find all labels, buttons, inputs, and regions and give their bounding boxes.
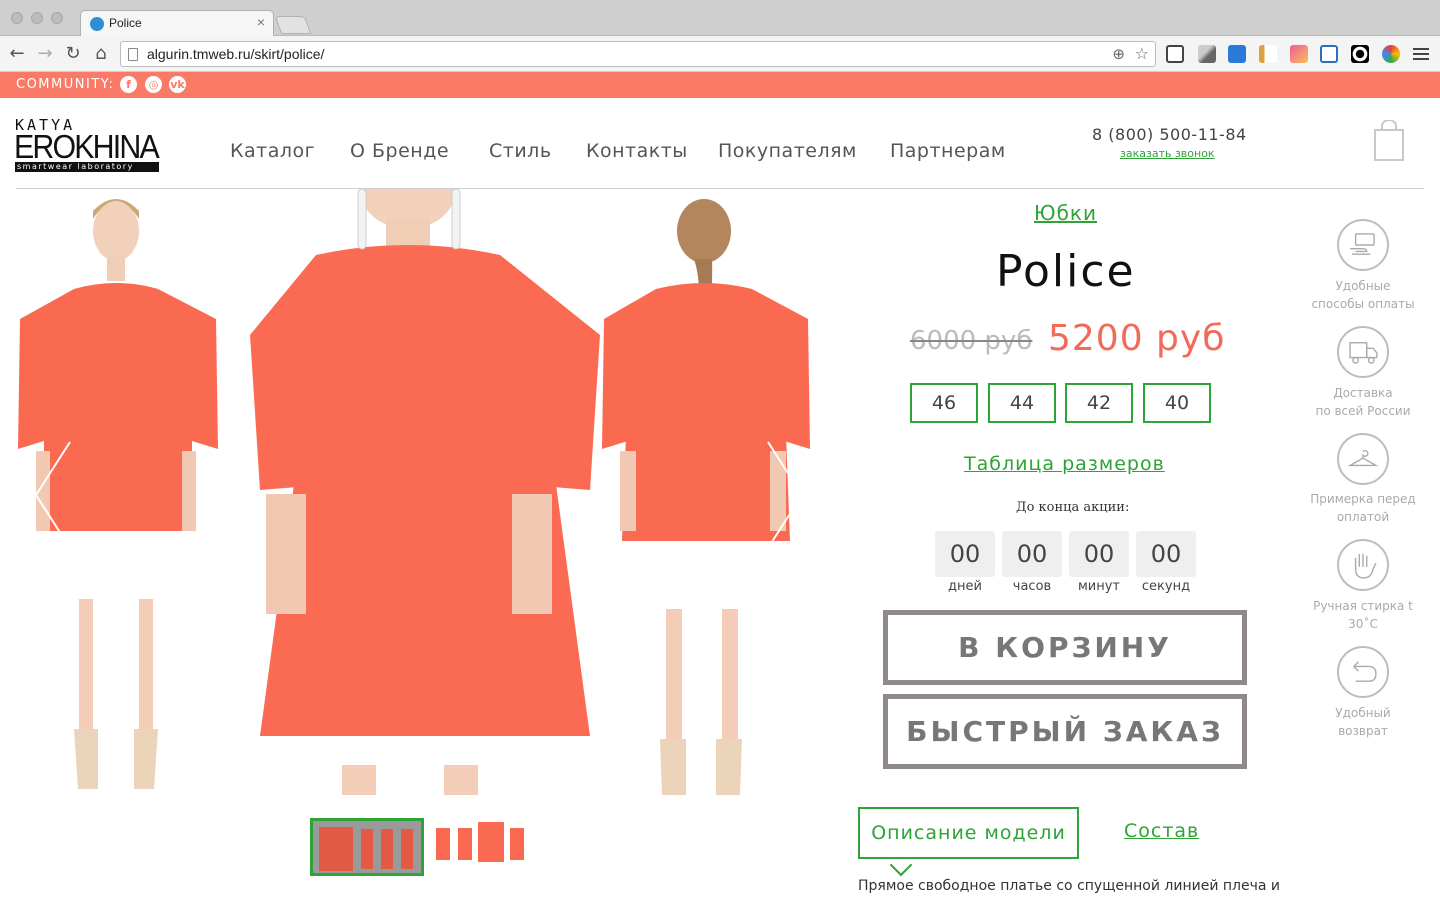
nav-style[interactable]: Стиль [489, 140, 552, 162]
extension-eye-icon[interactable] [1351, 45, 1369, 63]
nav-catalog[interactable]: Каталог [230, 140, 315, 162]
close-window-button[interactable] [11, 12, 23, 24]
gallery-thumbnail[interactable] [430, 818, 530, 876]
return-arrow-icon [1337, 646, 1389, 698]
gallery-prev-arrow-icon[interactable] [32, 440, 72, 550]
add-to-cart-button[interactable]: В КОРЗИНУ [883, 610, 1247, 685]
tab-title: Police [109, 16, 142, 30]
nav-buyers[interactable]: Покупателям [718, 140, 857, 162]
delivery-truck-icon [1337, 326, 1389, 378]
feature-label: Удобные способы оплаты [1311, 279, 1415, 311]
cart-bag-icon[interactable] [1373, 120, 1405, 162]
reload-icon[interactable]: ↻ [62, 43, 84, 65]
product-gallery-image [16, 189, 816, 795]
logo-main-text: EROKHINA [14, 128, 160, 165]
size-option-42[interactable]: 42 [1065, 383, 1133, 423]
phone-number[interactable]: 8 (800) 500-11-84 [1092, 125, 1247, 144]
size-chart-link[interactable]: Таблица размеров [964, 453, 1165, 475]
facebook-icon[interactable]: f [120, 76, 137, 93]
timer-days-label: дней [948, 579, 982, 594]
callback-link[interactable]: заказать звонок [1120, 147, 1215, 160]
breadcrumb-category-link[interactable]: Юбки [1034, 201, 1097, 225]
new-tab-button[interactable] [274, 16, 312, 34]
forward-arrow-icon[interactable]: → [34, 43, 56, 65]
logo-sub-text: smartwear laboratory [15, 162, 159, 172]
timer-hours-label: часов [1012, 579, 1052, 594]
extension-chrome-icon[interactable] [1382, 45, 1400, 63]
timer-seconds-label: секунд [1141, 579, 1191, 594]
zoom-icon[interactable]: ⊕ [1112, 45, 1125, 63]
browser-menu-icon[interactable] [1413, 45, 1429, 63]
tab-close-icon[interactable]: × [257, 14, 265, 30]
back-arrow-icon[interactable]: ← [6, 43, 28, 65]
address-bar[interactable]: algurin.tmweb.ru/skirt/police/ ⊕ ☆ [120, 41, 1156, 67]
url-text[interactable]: algurin.tmweb.ru/skirt/police/ [147, 46, 324, 62]
browser-tab[interactable]: Police × [80, 10, 274, 36]
extension-css-icon[interactable] [1228, 45, 1246, 63]
product-title: Police [996, 246, 1136, 297]
hand-wash-icon [1337, 539, 1389, 591]
quick-order-button[interactable]: БЫСТРЫЙ ЗАКАЗ [883, 694, 1247, 769]
card-payment-icon [1337, 219, 1389, 271]
feature-label: Примерка перед оплатой [1310, 492, 1416, 524]
browser-titlebar: Police × [0, 0, 1440, 36]
promo-countdown-label: До конца акции: [1016, 500, 1130, 515]
size-option-40[interactable]: 40 [1143, 383, 1211, 423]
timer-seconds: 00 [1136, 531, 1196, 577]
bookmark-star-icon[interactable]: ☆ [1135, 44, 1149, 63]
site-favicon-icon [90, 17, 104, 31]
brand-logo[interactable]: KATYA EROKHINA smartwear laboratory [14, 116, 161, 172]
new-price: 5200 руб [1048, 318, 1226, 359]
extension-eyedropper-icon[interactable] [1198, 45, 1216, 63]
instagram-icon[interactable]: ◎ [145, 76, 162, 93]
tab-description[interactable]: Описание модели [858, 807, 1079, 859]
vk-icon[interactable]: vk [169, 76, 186, 93]
extension-color-icon[interactable] [1290, 45, 1308, 63]
timer-minutes: 00 [1069, 531, 1129, 577]
timer-minutes-label: минут [1077, 579, 1121, 594]
gallery-next-arrow-icon[interactable] [766, 440, 806, 550]
feature-label: Ручная стирка t 30˚С [1313, 599, 1413, 631]
product-description-text: Прямое свободное платье со спущенной лин… [858, 878, 1280, 894]
feature-label: Удобный возврат [1335, 706, 1391, 738]
old-price: 6000 руб [910, 326, 1033, 356]
size-option-46[interactable]: 46 [910, 383, 978, 423]
feature-label: Доставка по всей России [1315, 386, 1411, 418]
community-bar: COMMUNITY: f ◎ vk [0, 72, 1440, 98]
nav-brand[interactable]: О Бренде [350, 140, 449, 162]
nav-contacts[interactable]: Контакты [586, 140, 688, 162]
extension-reader-icon[interactable] [1166, 45, 1184, 63]
hanger-icon [1337, 433, 1389, 485]
community-label: COMMUNITY: [16, 77, 115, 92]
nav-partners[interactable]: Партнерам [890, 140, 1006, 162]
extension-screen-icon[interactable] [1320, 45, 1338, 63]
gallery-thumbnail-active[interactable] [310, 818, 424, 876]
timer-days: 00 [935, 531, 995, 577]
home-icon[interactable]: ⌂ [90, 43, 112, 65]
timer-hours: 00 [1002, 531, 1062, 577]
model-front-center [250, 189, 600, 795]
maximize-window-button[interactable] [51, 12, 63, 24]
page-icon [128, 48, 138, 61]
extension-ruler-icon[interactable] [1259, 45, 1277, 63]
size-option-44[interactable]: 44 [988, 383, 1056, 423]
browser-toolbar: ← → ↻ ⌂ algurin.tmweb.ru/skirt/police/ ⊕… [0, 36, 1440, 72]
minimize-window-button[interactable] [31, 12, 43, 24]
tab-composition[interactable]: Состав [1124, 820, 1199, 842]
